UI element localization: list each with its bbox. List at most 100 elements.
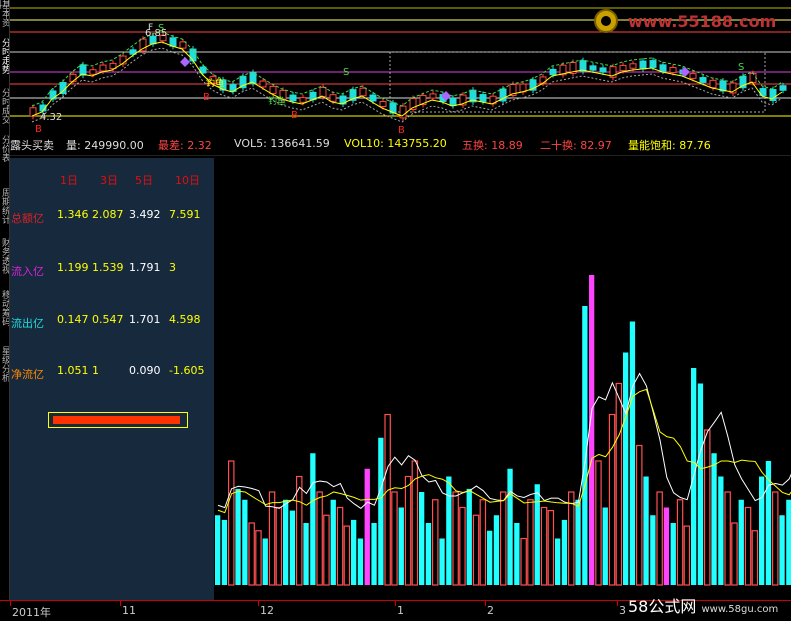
money-flow-value: 3	[169, 261, 176, 274]
zuicha-value: 最差: 2.32	[158, 139, 212, 152]
volume-bar	[643, 476, 649, 585]
volume-bar	[330, 499, 336, 585]
volume-bar	[384, 413, 391, 586]
volume-bar	[487, 530, 493, 585]
volume-bar	[228, 460, 235, 586]
volume-bar	[731, 522, 738, 586]
axis-tick	[120, 601, 121, 606]
side-tab-bar: 基本资料分时走势分时成交分价表周期统计财务透视移动筹码星级分析	[0, 0, 10, 600]
money-flow-row-label: 流出亿	[11, 317, 44, 330]
volume-bar	[432, 499, 439, 586]
volume-bar	[718, 476, 724, 585]
volume-bar	[589, 275, 595, 585]
logo-text: www.55188.com	[628, 12, 776, 31]
volume-bar	[683, 525, 691, 586]
volume-bar	[398, 507, 404, 585]
volume-bar	[615, 382, 623, 586]
candle	[599, 67, 607, 73]
volume-bar	[283, 499, 289, 585]
volume-bar	[663, 507, 670, 585]
side-tab-4[interactable]: 分价表	[0, 135, 9, 184]
candle	[619, 64, 627, 72]
vol5-value: VOL5: 136641.59	[234, 137, 330, 150]
money-flow-row-label: 总额亿	[11, 212, 44, 225]
candle	[179, 41, 187, 49]
volume-bar	[419, 492, 425, 585]
wuhuan-value: 五换: 18.89	[462, 139, 523, 152]
candle	[59, 81, 67, 95]
axis-tick	[10, 601, 11, 606]
candle	[689, 73, 697, 79]
volume-bar	[540, 506, 548, 586]
diamond-marker	[180, 57, 190, 67]
money-flow-value: 0.090	[129, 364, 161, 377]
side-tab-1[interactable]: 基本资料	[0, 0, 9, 34]
side-tab-6[interactable]: 财务透视	[0, 238, 9, 286]
axis-tick	[258, 601, 259, 606]
volume-bar	[289, 510, 296, 585]
candle	[379, 100, 387, 108]
volume-bar	[371, 523, 377, 585]
volume-bar	[391, 491, 398, 586]
candle	[289, 94, 297, 102]
volume-bar	[310, 453, 316, 585]
volume-bar	[751, 530, 759, 586]
axis-label: 1	[397, 604, 404, 617]
volume-bar	[534, 484, 540, 585]
volume-bar	[567, 491, 575, 586]
money-flow-value: 7.591	[169, 208, 201, 221]
candle	[699, 77, 707, 83]
volume-bar	[221, 519, 228, 585]
volume-bar	[555, 538, 561, 585]
volume-bar	[500, 491, 507, 586]
buy-marker: B	[398, 125, 405, 135]
money-flow-bar	[48, 412, 188, 428]
volume-bar	[357, 538, 364, 585]
vol10-value: VOL10: 143755.20	[344, 137, 447, 150]
indicator-value-bar: 露头买卖 量: 249990.00 最差: 2.32 VOL5: 136641.…	[10, 136, 791, 154]
volume-bar	[724, 491, 731, 586]
money-flow-value: 0.147	[57, 313, 89, 326]
volume-bar	[466, 488, 472, 585]
candle	[139, 38, 147, 52]
axis-label: 2011年	[12, 606, 51, 619]
money-flow-row-label: 流入亿	[11, 265, 44, 278]
money-flow-value: 1	[92, 364, 99, 377]
candle	[749, 72, 757, 84]
volume-bar	[343, 525, 351, 586]
moving-average-line	[31, 47, 783, 123]
candle	[449, 97, 457, 107]
volume-bar	[711, 453, 717, 585]
volume-bar	[296, 475, 303, 586]
volume-bar	[507, 468, 513, 585]
volume-bar	[670, 523, 676, 585]
marker-f: F	[148, 23, 153, 33]
volume-bar	[439, 538, 445, 585]
indicator-name[interactable]: 露头买卖	[10, 137, 54, 153]
side-tab-8[interactable]: 星级分析	[0, 346, 9, 406]
candle	[299, 97, 307, 103]
volume-bar	[676, 499, 684, 586]
money-flow-panel: 1日 3日 5日 10日 总额亿 1.346 2.087 3.492 7.591 流入亿 1.199…	[10, 158, 214, 600]
candle	[79, 64, 87, 76]
volume-bar	[479, 499, 487, 586]
side-tab-3[interactable]: 分时成交	[0, 88, 9, 131]
side-tab-7[interactable]: 移动筹码	[0, 290, 9, 342]
volume-bar	[582, 306, 588, 585]
volume-bar	[635, 444, 643, 586]
volume-bar	[771, 491, 779, 586]
volume-bar	[404, 475, 412, 586]
volume-bar	[547, 510, 555, 586]
money-flow-value: 1.346	[57, 208, 89, 221]
volume-bar	[602, 507, 608, 585]
volume-bar	[378, 437, 384, 585]
volume-bar	[235, 488, 241, 585]
axis-tick	[617, 601, 618, 606]
side-tab-2[interactable]: 分时走势	[0, 38, 9, 84]
money-flow-value: 3.492	[129, 208, 161, 221]
side-tab-5[interactable]: 周期统计	[0, 188, 9, 234]
buy-marker: B	[291, 110, 298, 121]
volume-bar	[364, 468, 370, 585]
volume-bar	[255, 530, 262, 586]
volume-bar	[738, 499, 744, 585]
